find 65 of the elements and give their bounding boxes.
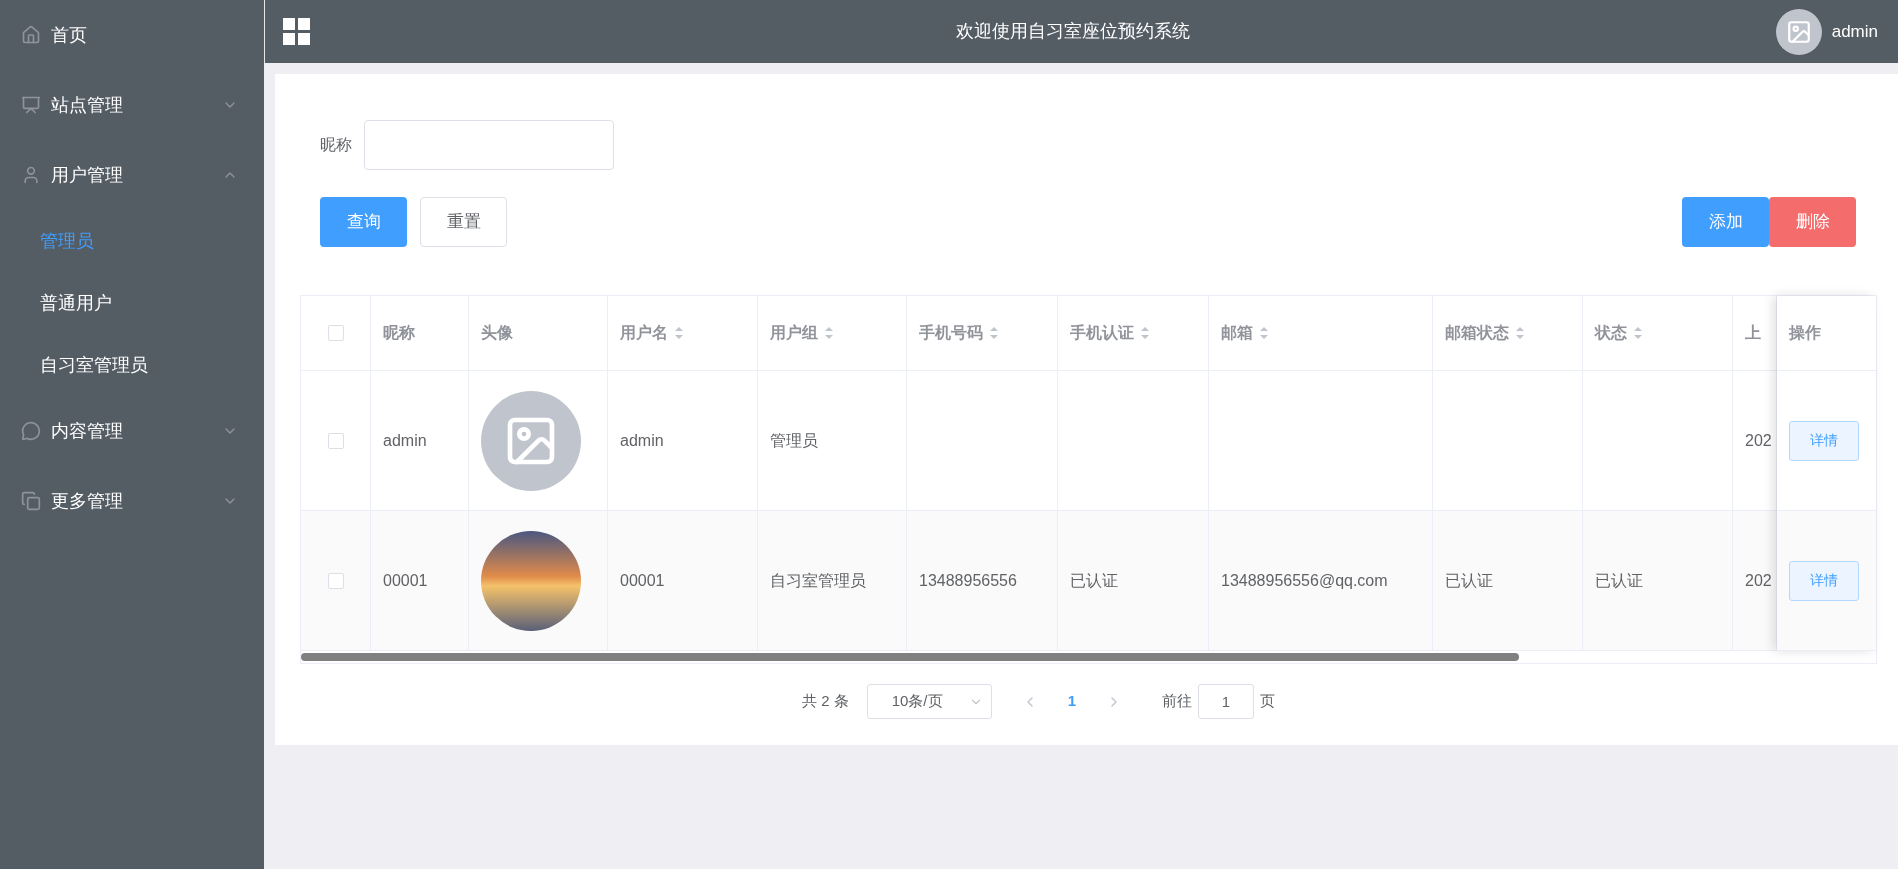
column-header[interactable]: 状态 xyxy=(1583,296,1733,370)
detail-button[interactable]: 详情 xyxy=(1789,420,1859,461)
column-header: 昵称 xyxy=(371,296,469,370)
table-cell-text: 202 xyxy=(1745,570,1772,591)
grid-icon[interactable] xyxy=(283,17,311,46)
column-header[interactable]: 邮箱 xyxy=(1209,296,1433,370)
goto-label: 前往 xyxy=(1162,691,1192,712)
table-cell-text: admin xyxy=(383,430,427,451)
table-cell-text: 202 xyxy=(1745,430,1772,451)
image-icon xyxy=(1785,18,1812,45)
sort-icon[interactable] xyxy=(824,326,834,340)
checkbox[interactable] xyxy=(327,432,344,449)
sort-icon[interactable] xyxy=(1259,326,1269,340)
menu-icon xyxy=(21,25,41,45)
table-cell-text: 自习室管理员 xyxy=(770,570,866,591)
detail-button[interactable]: 详情 xyxy=(1789,560,1859,601)
field-label: 昵称 xyxy=(320,135,352,155)
menu-icon xyxy=(21,165,41,185)
column-header[interactable]: 用户组 xyxy=(758,296,907,370)
table-cell-text: admin xyxy=(620,430,664,451)
page-field[interactable]: 1 xyxy=(1198,684,1254,719)
menu-item[interactable]: 站点管理 xyxy=(0,70,264,140)
column-header: 操作 xyxy=(1789,323,1821,343)
submenu-item[interactable]: 自习室管理员 xyxy=(0,334,264,396)
menu-icon xyxy=(21,421,41,441)
nickname-field[interactable] xyxy=(364,120,614,170)
delete-button[interactable]: 删除 xyxy=(1769,197,1856,247)
user-name[interactable]: admin xyxy=(1831,18,1878,45)
menu-item[interactable]: 更多管理 xyxy=(0,466,264,536)
menu-item[interactable]: 用户管理 xyxy=(0,140,264,210)
page-size-select[interactable]: 10条/页 xyxy=(866,684,992,719)
reset-button[interactable]: 重置 xyxy=(420,197,507,247)
table-cell-text: 00001 xyxy=(383,570,428,591)
page-number[interactable]: 1 xyxy=(1067,690,1076,713)
table-cell-text: 13488956556 xyxy=(919,570,1017,591)
sort-icon[interactable] xyxy=(1515,326,1525,340)
total-count: 共 2 条 xyxy=(802,691,849,712)
sort-icon[interactable] xyxy=(1140,326,1150,340)
menu-icon xyxy=(21,95,41,115)
menu-item[interactable]: 内容管理 xyxy=(0,396,264,466)
add-button[interactable]: 添加 xyxy=(1682,197,1769,247)
scrollbar[interactable] xyxy=(301,653,1519,661)
table-cell-text: 已认证 xyxy=(1595,570,1643,591)
column-header[interactable]: 手机认证 xyxy=(1058,296,1209,370)
table-cell-text: 已认证 xyxy=(1070,570,1118,591)
query-button[interactable]: 查询 xyxy=(320,197,407,247)
menu-icon xyxy=(21,491,41,511)
page-title: 欢迎使用自习室座位预约系统 xyxy=(955,20,1192,43)
sort-icon[interactable] xyxy=(989,326,999,340)
menu-item[interactable]: 首页 xyxy=(0,0,264,70)
sort-icon[interactable] xyxy=(1633,326,1643,340)
table-cell-text: 已认证 xyxy=(1445,570,1493,591)
page-unit: 页 xyxy=(1260,691,1275,712)
table-cell-text: 00001 xyxy=(620,570,665,591)
column-header[interactable]: 邮箱状态 xyxy=(1433,296,1583,370)
column-header[interactable]: 手机号码 xyxy=(907,296,1058,370)
column-header[interactable]: 用户名 xyxy=(608,296,758,370)
table-cell-text: 13488956556@qq.com xyxy=(1221,570,1388,591)
column-header: 头像 xyxy=(469,296,608,370)
table-cell-text: 管理员 xyxy=(770,430,818,451)
sort-icon[interactable] xyxy=(674,326,684,340)
checkbox[interactable] xyxy=(327,325,344,341)
submenu-item[interactable]: 普通用户 xyxy=(0,272,264,334)
checkbox[interactable] xyxy=(327,572,344,589)
submenu-item[interactable]: 管理员 xyxy=(0,210,264,272)
